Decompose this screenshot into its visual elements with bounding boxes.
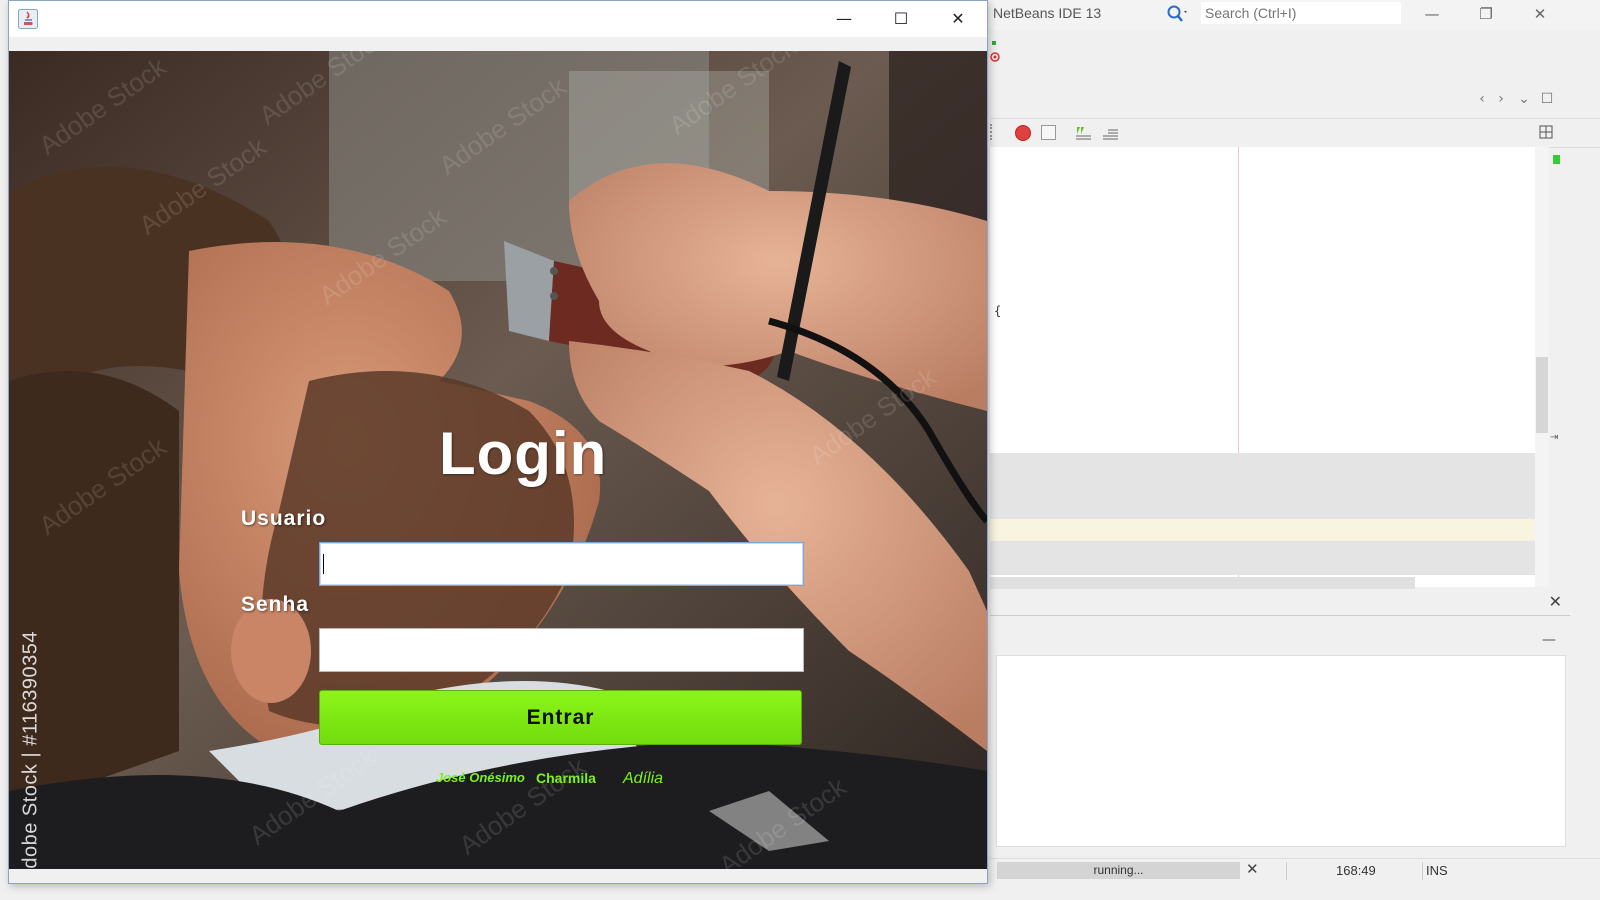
username-label: Usuario bbox=[241, 507, 327, 530]
ide-close-icon[interactable]: ✕ bbox=[1528, 4, 1552, 24]
status-separator bbox=[1286, 862, 1287, 880]
search-icon[interactable] bbox=[1166, 4, 1190, 24]
status-separator bbox=[1422, 862, 1423, 880]
minimize-panel-icon[interactable]: — bbox=[1542, 632, 1556, 648]
ide-search-input[interactable] bbox=[1201, 2, 1401, 24]
maximize-editor-icon[interactable]: ☐ bbox=[1539, 90, 1555, 108]
password-input[interactable] bbox=[319, 628, 804, 672]
current-line-highlight bbox=[990, 519, 1535, 541]
username-input[interactable] bbox=[319, 542, 804, 586]
maximize-icon[interactable]: ☐ bbox=[878, 6, 924, 32]
credit-author: Charmila bbox=[536, 770, 596, 786]
shift-left-icon[interactable] bbox=[1075, 125, 1091, 140]
toolbar-grip bbox=[990, 124, 998, 140]
code-editor[interactable]: { bbox=[990, 147, 1535, 587]
code-folded-region bbox=[990, 541, 1535, 575]
credit-author: Adília bbox=[623, 770, 664, 787]
ide-minimize-icon[interactable]: — bbox=[1420, 4, 1444, 24]
output-panel[interactable] bbox=[996, 655, 1566, 847]
error-stripe-ok-icon bbox=[1553, 155, 1560, 164]
editor-vertical-scrollbar[interactable] bbox=[1535, 147, 1549, 587]
login-heading: Login bbox=[439, 420, 608, 487]
ide-restore-icon[interactable]: ❐ bbox=[1474, 4, 1498, 24]
ide-title-bar: NetBeans IDE 13 — ❐ ✕ bbox=[988, 0, 1600, 30]
credit-author: José Onésimo bbox=[436, 770, 525, 785]
ide-status-bar: running... ✕ 168:49 INS bbox=[990, 858, 1600, 885]
close-icon[interactable]: ✕ bbox=[1549, 592, 1562, 611]
code-brace: { bbox=[994, 304, 1002, 318]
ide-title: NetBeans IDE 13 bbox=[993, 5, 1102, 21]
chevron-right-icon[interactable]: › bbox=[1493, 90, 1509, 108]
editor-horizontal-scrollbar[interactable] bbox=[990, 577, 1415, 589]
insert-mode: INS bbox=[1426, 863, 1448, 878]
password-label: Senha bbox=[241, 593, 310, 616]
record-macro-icon[interactable] bbox=[1015, 125, 1031, 141]
caret-position-marker-icon: ⇥ bbox=[1550, 432, 1559, 443]
split-editor-icon[interactable] bbox=[1539, 124, 1553, 139]
shift-right-icon[interactable] bbox=[1102, 125, 1118, 140]
window-bottom-border bbox=[9, 869, 987, 883]
ide-debug-indicator-icon bbox=[990, 40, 1000, 68]
minimize-icon[interactable]: — bbox=[821, 6, 867, 32]
login-window: — ☐ ✕ Adobe Stock Adobe Stock Adobe Stoc… bbox=[8, 0, 988, 884]
stop-macro-icon[interactable] bbox=[1041, 125, 1056, 140]
progress-bar: running... bbox=[997, 862, 1240, 879]
chevron-down-icon[interactable]: ⌄ bbox=[1516, 90, 1532, 108]
output-panel-header: ✕ bbox=[990, 591, 1570, 616]
java-app-icon bbox=[18, 9, 38, 29]
code-folded-region bbox=[990, 453, 1535, 519]
chevron-left-icon[interactable]: ‹ bbox=[1474, 90, 1490, 108]
ide-editor-toolbar bbox=[990, 118, 1600, 148]
text-caret bbox=[323, 554, 324, 574]
caret-position: 168:49 bbox=[1336, 863, 1376, 878]
login-title-bar: — ☐ ✕ bbox=[9, 1, 987, 37]
editor-tab-navigation: ‹ › ⌄ ☐ bbox=[1479, 90, 1598, 110]
cancel-progress-icon[interactable]: ✕ bbox=[1246, 860, 1259, 878]
stock-watermark: Adobe Stock | #116390354 bbox=[19, 631, 42, 883]
login-button[interactable]: Entrar bbox=[319, 690, 802, 745]
close-icon[interactable]: ✕ bbox=[935, 6, 981, 32]
scrollbar-thumb[interactable] bbox=[1536, 357, 1548, 433]
